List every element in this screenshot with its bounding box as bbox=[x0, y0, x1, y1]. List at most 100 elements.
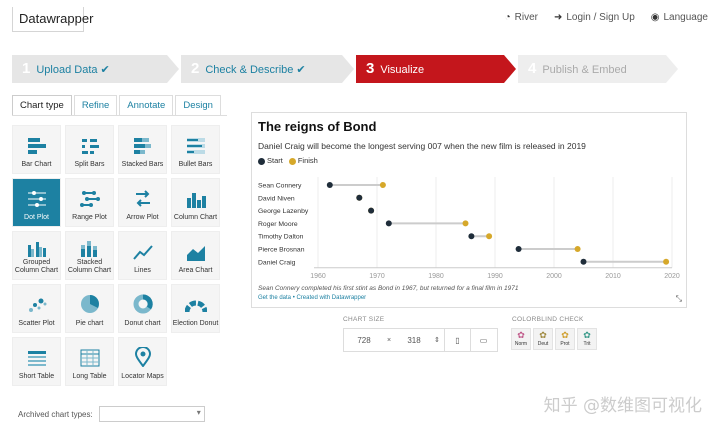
chart-type-lines[interactable]: Lines bbox=[118, 231, 167, 280]
chart-type-short-table[interactable]: Short Table bbox=[12, 337, 61, 386]
step-nav: 1 Upload Data ✔ 2 Check & Describe ✔ 3 Visu… bbox=[12, 55, 680, 83]
step-visualize[interactable]: 3 Visualize bbox=[356, 55, 516, 83]
nav-language[interactable]: ◉ Language bbox=[651, 12, 708, 23]
chart-type-grouped-column[interactable]: Grouped Column Chart bbox=[12, 231, 61, 280]
chart-type-donut[interactable]: Donut chart bbox=[118, 284, 167, 333]
legend-finish-label: Finish bbox=[297, 156, 318, 165]
legend-start-label: Start bbox=[267, 156, 283, 165]
archived-label: Archived chart types: bbox=[18, 409, 93, 419]
chart-subtitle: Daniel Craig will become the longest ser… bbox=[258, 141, 586, 151]
chart-type-long-table[interactable]: Long Table bbox=[65, 337, 114, 386]
chart-type-locator-maps[interactable]: Locator Maps bbox=[118, 337, 167, 386]
mobile-preview-button[interactable]: ▯ bbox=[444, 329, 470, 351]
archived-select[interactable] bbox=[98, 406, 205, 422]
stacked-column-icon bbox=[80, 241, 97, 257]
mobile-icon: ▯ bbox=[455, 335, 460, 345]
bar-chart-icon bbox=[27, 138, 46, 154]
chart-type-scatter[interactable]: Scatter Plot bbox=[12, 284, 61, 333]
chart-source[interactable]: Get the data • Created with Datawrapper bbox=[258, 295, 366, 301]
step-label: Upload Data ✔ bbox=[36, 64, 110, 76]
chart-type-stacked-column[interactable]: Stacked Column Chart bbox=[65, 231, 114, 280]
step-number: 2 bbox=[191, 60, 200, 77]
start-dot bbox=[326, 182, 333, 188]
colorblind-modes: ✿ Norm ✿ Deut ✿ Prot ✿ Trit bbox=[511, 328, 597, 350]
start-dot bbox=[468, 233, 475, 240]
chart-type-dot-plot[interactable]: Dot Plot bbox=[12, 178, 61, 227]
finish-dot bbox=[462, 220, 469, 227]
chart-type-area[interactable]: Area Chart bbox=[171, 231, 220, 280]
election-donut-icon bbox=[184, 300, 207, 313]
tab-annotate[interactable]: Annotate bbox=[119, 95, 174, 115]
chart-type-range-plot[interactable]: Range Plot bbox=[65, 178, 114, 227]
step-publish[interactable]: 4 Publish & Embed bbox=[518, 55, 678, 83]
chart-type-label: Range Plot bbox=[72, 214, 107, 221]
long-table-icon bbox=[80, 349, 99, 367]
sidebar-tabs: Chart type Refine Annotate Design bbox=[12, 95, 223, 115]
line-chart-icon bbox=[132, 245, 153, 260]
chart-type-bullet-bars[interactable]: Bullet Bars bbox=[171, 125, 220, 174]
colorblind-prot-button[interactable]: ✿ Prot bbox=[555, 328, 575, 350]
category-label: Sean Connery bbox=[258, 183, 302, 190]
watermark: 知乎 @数维图可视化 bbox=[543, 396, 702, 416]
colorblind-mode-label: Norm bbox=[514, 341, 528, 347]
times-sign: × bbox=[386, 336, 392, 344]
step-check[interactable]: 2 Check & Describe ✔ bbox=[181, 55, 354, 83]
legend-finish: Finish bbox=[288, 156, 318, 165]
x-tick-label: 2000 bbox=[546, 273, 562, 280]
chart-legend: Start Finish bbox=[258, 156, 318, 165]
desktop-preview-button[interactable]: ▭ bbox=[470, 329, 496, 351]
archived-chart-types: Archived chart types: bbox=[18, 406, 205, 422]
category-label: Daniel Craig bbox=[258, 259, 296, 266]
height-input[interactable]: 318 bbox=[394, 336, 434, 345]
chart-type-label: Locator Maps bbox=[121, 373, 164, 380]
start-dot bbox=[356, 194, 363, 201]
x-tick-label: 1960 bbox=[310, 273, 326, 280]
tab-chart-type[interactable]: Chart type bbox=[12, 95, 72, 115]
nav-river[interactable]: ◔ River bbox=[505, 12, 538, 23]
resize-handle-icon[interactable]: ⤡ bbox=[676, 294, 682, 304]
width-input[interactable]: 728 bbox=[344, 336, 384, 345]
top-nav: ◔ River ➜ Login / Sign Up ◉ Language bbox=[505, 12, 708, 23]
category-label: Roger Moore bbox=[258, 221, 298, 228]
nav-language-label: Language bbox=[663, 12, 709, 23]
nav-login[interactable]: ➜ Login / Sign Up bbox=[554, 12, 635, 23]
step-upload[interactable]: 1 Upload Data ✔ bbox=[12, 55, 179, 83]
chart-type-label: Area Chart bbox=[178, 267, 213, 274]
colorblind-norm-button[interactable]: ✿ Norm bbox=[511, 328, 531, 350]
sign-in-icon: ➜ bbox=[553, 12, 563, 23]
dot-plot-chart: 1960 1970 1980 1990 2000 2010 2020 Sean Connery… bbox=[258, 177, 680, 280]
chart-note: Sean Connery completed his first stint a… bbox=[258, 285, 519, 292]
x-tick-label: 1990 bbox=[487, 273, 503, 280]
bullet-bars-icon bbox=[186, 138, 205, 154]
grouped-column-icon bbox=[27, 242, 46, 257]
chart-type-election-donut[interactable]: Election Donut bbox=[171, 284, 220, 333]
colorblind-deut-button[interactable]: ✿ Deut bbox=[533, 328, 553, 350]
nav-river-label: River bbox=[514, 12, 538, 23]
chart-type-bar[interactable]: Bar Chart bbox=[12, 125, 61, 174]
chart-type-column[interactable]: Column Chart bbox=[171, 178, 220, 227]
chart-type-pie[interactable]: Pie chart bbox=[65, 284, 114, 333]
flower-icon: ✿ bbox=[561, 330, 569, 340]
chart-type-label: Bullet Bars bbox=[178, 161, 213, 168]
step-number: 4 bbox=[528, 60, 537, 77]
category-label: Timothy Dalton bbox=[258, 234, 304, 241]
arrow-plot-icon bbox=[135, 190, 150, 207]
legend-finish-swatch bbox=[288, 157, 296, 165]
tab-refine[interactable]: Refine bbox=[73, 95, 118, 115]
finish-dot bbox=[663, 258, 670, 265]
chart-type-label: Column Chart bbox=[173, 214, 218, 221]
chart-type-split-bars[interactable]: Split Bars bbox=[65, 125, 114, 174]
globe-icon: ◉ bbox=[650, 12, 660, 23]
colorblind-trit-button[interactable]: ✿ Trit bbox=[577, 328, 597, 350]
chart-type-stacked-bars[interactable]: Stacked Bars bbox=[118, 125, 167, 174]
tab-design[interactable]: Design bbox=[175, 95, 221, 115]
chart-type-label: Split Bars bbox=[74, 161, 105, 168]
stepper-icon[interactable]: ⇕ bbox=[434, 336, 444, 344]
chart-type-label: Lines bbox=[134, 267, 151, 274]
split-bars-icon bbox=[81, 139, 99, 154]
logo-text: Datawrapper bbox=[19, 11, 94, 26]
logo[interactable]: Datawrapper bbox=[12, 7, 94, 32]
chart-type-label: Election Donut bbox=[172, 320, 219, 327]
chart-type-arrow-plot[interactable]: Arrow Plot bbox=[118, 178, 167, 227]
colorblind-mode-label: Prot bbox=[560, 341, 570, 347]
